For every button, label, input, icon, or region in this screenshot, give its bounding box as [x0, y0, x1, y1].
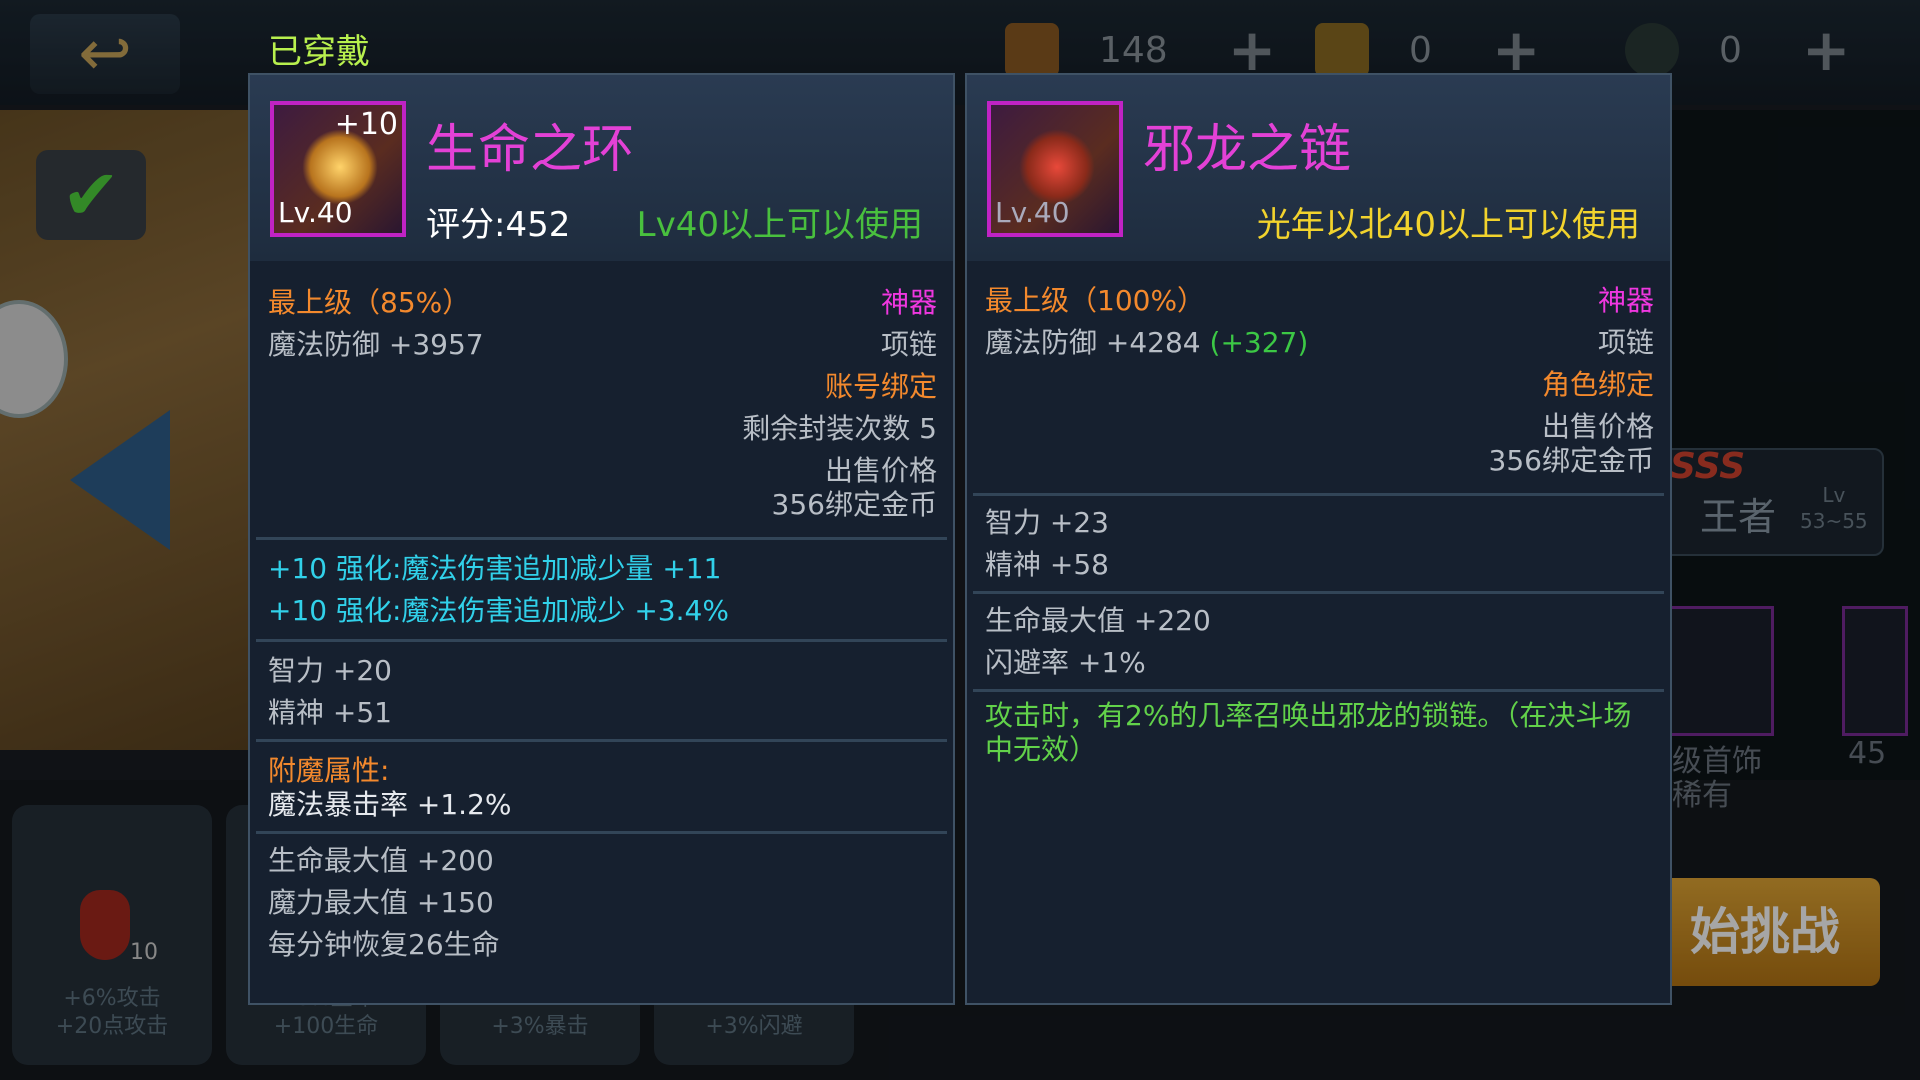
- stat-line: 精神 +58: [985, 548, 1109, 581]
- binding-type: 账号绑定: [824, 370, 937, 403]
- stat-line: 智力 +20: [268, 654, 392, 687]
- stat-line: 魔力最大值 +150: [268, 886, 494, 919]
- divider: [256, 831, 947, 834]
- level-requirement: 光年以北40以上可以使用: [1256, 205, 1640, 245]
- equipped-label: 已穿戴: [268, 32, 370, 72]
- base-stat-row: 魔法防御 +4284 (+327): [985, 323, 1308, 363]
- sell-price-value: 356绑定金币: [1488, 444, 1654, 477]
- divider: [973, 591, 1664, 594]
- divider: [973, 493, 1664, 496]
- chain-necklace-icon: Lv.40: [987, 101, 1123, 237]
- level-requirement: Lv40以上可以使用: [636, 205, 923, 245]
- compare-item-tooltip: Lv.40 邪龙之链 光年以北40以上可以使用 最上级（100%） 神器 魔法防…: [965, 73, 1672, 1005]
- stat-line: 生命最大值 +200: [268, 844, 494, 877]
- special-effect: 攻击时，有2%的几率召唤出邪龙的锁链。（在决斗场中无效）: [985, 699, 1632, 766]
- item-level: Lv.40: [995, 196, 1070, 229]
- stat-line: 闪避率 +1%: [985, 646, 1146, 679]
- chain-gem-icon: [1019, 129, 1095, 205]
- divider: [256, 537, 947, 540]
- tooltip-header: +10 Lv.40 生命之环 评分:452 Lv40以上可以使用: [250, 75, 953, 261]
- enhance-bonus: +10 强化:魔法伤害追加减少量 +11: [268, 552, 722, 585]
- enhance-bonus: +10 强化:魔法伤害追加减少 +3.4%: [268, 594, 729, 627]
- sell-price-value: 356绑定金币: [771, 488, 937, 521]
- divider: [256, 739, 947, 742]
- enhance-level: +10: [334, 107, 398, 142]
- divider: [973, 689, 1664, 692]
- item-score: 评分:452: [426, 205, 571, 245]
- equipped-item-tooltip: +10 Lv.40 生命之环 评分:452 Lv40以上可以使用 最上级（85%…: [248, 73, 955, 1005]
- enchant-value: 魔法暴击率 +1.2%: [268, 788, 512, 821]
- base-stat: 魔法防御 +4284: [985, 326, 1201, 359]
- item-name: 生命之环: [426, 120, 635, 180]
- seal-count: 剩余封装次数 5: [742, 412, 937, 445]
- item-rarity: 神器: [880, 286, 937, 319]
- necklace-icon: +10 Lv.40: [270, 101, 406, 237]
- item-level: Lv.40: [278, 196, 353, 229]
- stat-line: 精神 +51: [268, 696, 392, 729]
- item-slot: 项链: [1597, 326, 1654, 359]
- item-rarity: 神器: [1597, 284, 1654, 317]
- base-stat: 魔法防御 +3957: [268, 328, 484, 361]
- tooltip-header: Lv.40 邪龙之链 光年以北40以上可以使用: [967, 75, 1670, 261]
- divider: [256, 639, 947, 642]
- item-name: 邪龙之链: [1143, 120, 1352, 180]
- stat-line: 生命最大值 +220: [985, 604, 1211, 637]
- item-grade: 最上级（85%）: [268, 286, 471, 319]
- item-grade: 最上级（100%）: [985, 284, 1206, 317]
- binding-type: 角色绑定: [1541, 368, 1654, 401]
- stat-line: 每分钟恢复26生命: [268, 928, 500, 961]
- stat-line: 智力 +23: [985, 506, 1109, 539]
- stat-difference: (+327): [1209, 326, 1309, 359]
- item-slot: 项链: [880, 328, 937, 361]
